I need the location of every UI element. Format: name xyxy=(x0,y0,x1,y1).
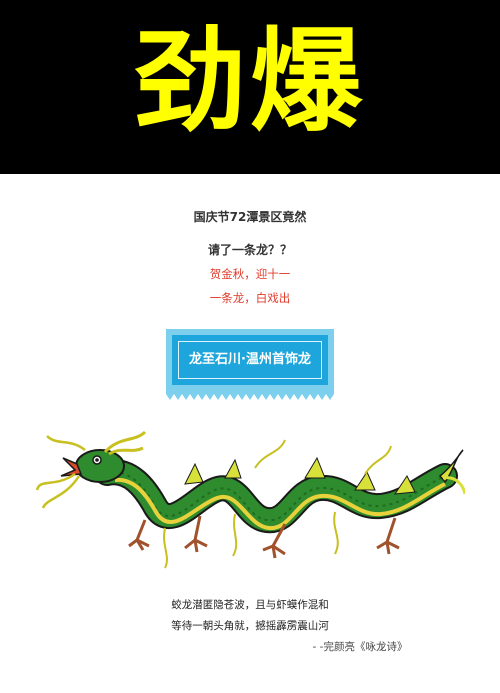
headline-line-2: 请了一条龙？？ xyxy=(207,243,292,257)
poem-attribution: - -完颜亮《咏龙诗》 xyxy=(312,641,408,653)
headline-line-1: 国庆节72潭景区竟然 xyxy=(193,210,307,224)
poem-line-2: 等待一朝头角就，撼摇霹雳震山河 xyxy=(171,620,329,632)
dragon-illustration xyxy=(35,430,465,569)
subtitle-line-1: 贺金秋，迎十一 xyxy=(209,267,291,281)
poem-line-1: 蛟龙潜匿隐苍波，且与虾蟆作混和 xyxy=(171,599,329,611)
section-badge: 龙至石川·温州首饰龙 xyxy=(166,329,334,403)
subtitle-line-2: 一条龙，白戏出 xyxy=(209,291,291,305)
badge-label: 龙至石川·温州首饰龙 xyxy=(189,352,311,367)
banner-title: 劲爆 xyxy=(134,17,366,147)
badge-zigzag-trim xyxy=(166,390,334,400)
header-banner: 劲爆 xyxy=(0,0,500,174)
badge-panel: 龙至石川·温州首饰龙 xyxy=(172,335,328,385)
